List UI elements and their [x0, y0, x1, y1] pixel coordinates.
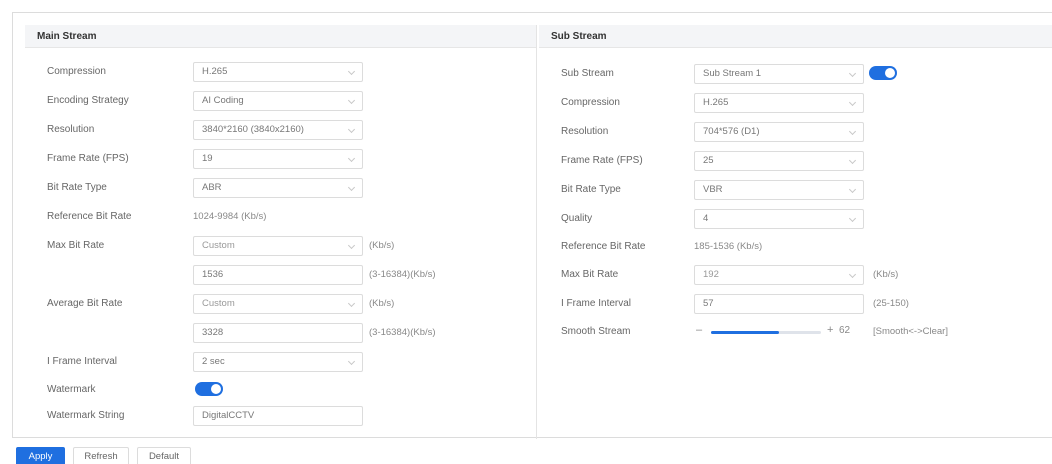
main-resolution-row: Resolution 3840*2160 (3840x2160) [25, 120, 536, 140]
sub-fps-select[interactable]: 25 [694, 151, 864, 171]
main-watermark-row: Watermark [25, 380, 536, 400]
sub-compression-row: Compression H.265 [539, 93, 1052, 113]
main-avg-bitrate-value-row: 3328 (3-16384)(Kb/s) [25, 323, 536, 343]
main-max-bitrate-unit: (Kb/s) [369, 240, 395, 251]
sub-bitrate-type-row: Bit Rate Type VBR [539, 180, 1052, 200]
stream-settings-frame: Main Stream Compression H.265 Encoding S… [12, 12, 1052, 439]
main-avg-bitrate-mode-select[interactable]: Custom [193, 294, 363, 314]
main-watermark-label: Watermark [47, 384, 96, 395]
toggle-knob [885, 68, 895, 78]
main-ref-bitrate-value: 1024-9984 (Kb/s) [193, 211, 267, 222]
sub-fps-row: Frame Rate (FPS) 25 [539, 151, 1052, 171]
apply-button[interactable]: Apply [16, 447, 65, 464]
main-fps-label: Frame Rate (FPS) [47, 153, 129, 164]
sub-smooth-row: Smooth Stream – + 62 [Smooth<->Clear] [539, 322, 1052, 342]
main-max-bitrate-range: (3-16384)(Kb/s) [369, 269, 436, 280]
main-avg-bitrate-label: Average Bit Rate [47, 298, 123, 309]
sub-quality-select[interactable]: 4 [694, 209, 864, 229]
main-bitrate-type-select[interactable]: ABR [193, 178, 363, 198]
sub-iframe-input[interactable]: 57 [694, 294, 864, 314]
main-encoding-select[interactable]: AI Coding [193, 91, 363, 111]
sub-stream-label: Sub Stream [561, 68, 614, 79]
sub-max-bitrate-select[interactable]: 192 [694, 265, 864, 285]
sub-stream-title: Sub Stream [539, 25, 1052, 48]
sub-bitrate-type-label: Bit Rate Type [561, 184, 621, 195]
main-compression-label: Compression [47, 66, 106, 77]
main-max-bitrate-mode-select[interactable]: Custom [193, 236, 363, 256]
main-ref-bitrate-row: Reference Bit Rate 1024-9984 (Kb/s) [25, 207, 536, 227]
main-fps-row: Frame Rate (FPS) 19 [25, 149, 536, 169]
sub-bitrate-type-select[interactable]: VBR [694, 180, 864, 200]
sub-stream-row: Sub Stream Sub Stream 1 [539, 64, 1052, 84]
main-resolution-select[interactable]: 3840*2160 (3840x2160) [193, 120, 363, 140]
sub-compression-label: Compression [561, 97, 620, 108]
main-watermark-string-input[interactable]: DigitalCCTV [193, 406, 363, 426]
main-encoding-label: Encoding Strategy [47, 95, 129, 106]
main-watermark-string-label: Watermark String [47, 410, 125, 421]
main-iframe-row: I Frame Interval 2 sec [25, 352, 536, 372]
sub-max-bitrate-label: Max Bit Rate [561, 269, 619, 280]
main-max-bitrate-label: Max Bit Rate [47, 240, 105, 251]
main-avg-bitrate-unit: (Kb/s) [369, 298, 395, 309]
sub-resolution-row: Resolution 704*576 (D1) [539, 122, 1052, 142]
main-compression-select[interactable]: H.265 [193, 62, 363, 82]
main-bitrate-type-label: Bit Rate Type [47, 182, 107, 193]
sub-iframe-label: I Frame Interval [561, 298, 632, 309]
main-watermark-toggle[interactable] [195, 382, 223, 396]
sub-compression-select[interactable]: H.265 [694, 93, 864, 113]
main-fps-select[interactable]: 19 [193, 149, 363, 169]
refresh-button[interactable]: Refresh [73, 447, 129, 464]
sub-quality-label: Quality [561, 213, 593, 224]
sub-smooth-label: Smooth Stream [561, 326, 631, 337]
main-encoding-row: Encoding Strategy AI Coding [25, 91, 536, 111]
smooth-slider-fill [711, 331, 780, 334]
sub-fps-label: Frame Rate (FPS) [561, 155, 643, 166]
smooth-slider[interactable] [711, 331, 821, 334]
main-bitrate-type-row: Bit Rate Type ABR [25, 178, 536, 198]
main-watermark-string-row: Watermark String DigitalCCTV [25, 406, 536, 426]
sub-max-bitrate-row: Max Bit Rate 192 (Kb/s) [539, 265, 1052, 285]
sub-max-bitrate-unit: (Kb/s) [873, 269, 899, 280]
main-iframe-select[interactable]: 2 sec [193, 352, 363, 372]
main-compression-row: Compression H.265 [25, 62, 536, 82]
main-resolution-label: Resolution [47, 124, 95, 135]
main-iframe-label: I Frame Interval [47, 356, 118, 367]
main-ref-bitrate-label: Reference Bit Rate [47, 211, 132, 222]
main-stream-panel: Main Stream Compression H.265 Encoding S… [25, 25, 537, 439]
main-max-bitrate-value-row: 1536 (3-16384)(Kb/s) [25, 265, 536, 285]
main-avg-bitrate-range: (3-16384)(Kb/s) [369, 327, 436, 338]
sub-iframe-range: (25-150) [873, 298, 909, 309]
sub-resolution-select[interactable]: 704*576 (D1) [694, 122, 864, 142]
sub-ref-bitrate-label: Reference Bit Rate [561, 241, 646, 252]
sub-stream-select[interactable]: Sub Stream 1 [694, 64, 864, 84]
smooth-value: 62 [839, 325, 851, 336]
sub-resolution-label: Resolution [561, 126, 609, 137]
smooth-decrease-button[interactable]: – [696, 324, 702, 336]
smooth-hint: [Smooth<->Clear] [873, 326, 948, 337]
smooth-increase-button[interactable]: + [827, 324, 833, 336]
main-max-bitrate-input[interactable]: 1536 [193, 265, 363, 285]
sub-stream-toggle[interactable] [869, 66, 897, 80]
sub-ref-bitrate-value: 185-1536 (Kb/s) [694, 241, 763, 252]
main-max-bitrate-row: Max Bit Rate Custom (Kb/s) [25, 236, 536, 256]
main-avg-bitrate-row: Average Bit Rate Custom (Kb/s) [25, 294, 536, 314]
sub-ref-bitrate-row: Reference Bit Rate 185-1536 (Kb/s) [539, 237, 1052, 257]
sub-stream-panel: Sub Stream Sub Stream Sub Stream 1 Compr… [539, 25, 1052, 439]
main-avg-bitrate-input[interactable]: 3328 [193, 323, 363, 343]
toggle-knob [211, 384, 221, 394]
main-stream-title: Main Stream [25, 25, 536, 48]
sub-iframe-row: I Frame Interval 57 (25-150) [539, 294, 1052, 314]
default-button[interactable]: Default [137, 447, 191, 464]
sub-quality-row: Quality 4 [539, 209, 1052, 229]
